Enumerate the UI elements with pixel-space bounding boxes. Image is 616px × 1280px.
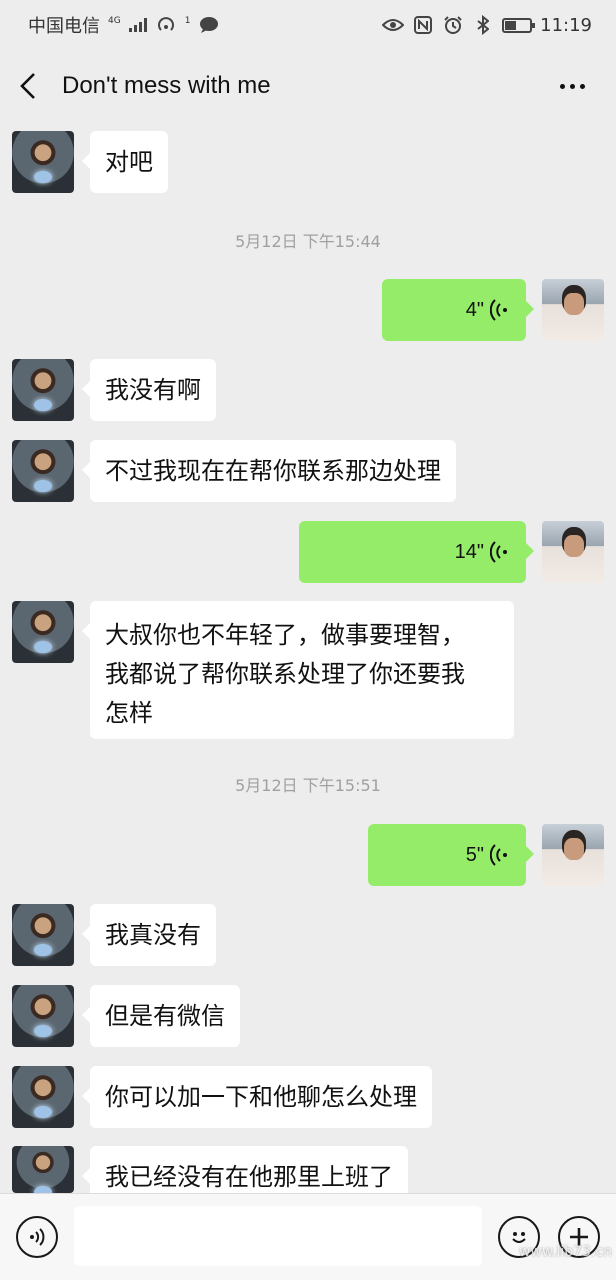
status-left: 中国电信 4G 1 (28, 12, 220, 38)
bluetooth-icon (472, 14, 494, 36)
message-line: 大叔你也不年轻了，做事要理智， (105, 621, 465, 649)
voice-message[interactable]: 4" (382, 279, 534, 341)
signal-icon (128, 18, 147, 32)
notification-count: 1 (184, 15, 191, 26)
contact-avatar[interactable] (12, 1146, 74, 1193)
plus-icon (570, 1228, 588, 1246)
message-bubble[interactable]: 不过我现在在帮你联系那边处理 (82, 440, 456, 502)
back-button[interactable] (0, 50, 56, 122)
voice-message[interactable]: 5" (368, 824, 534, 886)
hotspot-icon (155, 14, 177, 36)
alarm-icon (442, 14, 464, 36)
message-bubble[interactable]: 你可以加一下和他聊怎么处理 (82, 1066, 432, 1128)
voice-wave-icon (490, 844, 508, 866)
message-input[interactable] (74, 1206, 482, 1266)
timestamp: 5月12日 下午15:44 (235, 232, 381, 251)
battery-icon (502, 17, 536, 33)
contact-avatar[interactable] (12, 904, 74, 966)
status-bar: 中国电信 4G 1 11:19 (0, 0, 616, 50)
message-bubble[interactable]: 我真没有 (82, 904, 216, 966)
contact-avatar[interactable] (12, 985, 74, 1047)
message-bubble[interactable]: 但是有微信 (82, 985, 240, 1047)
voice-wave-icon (490, 541, 508, 563)
voice-wave-icon (490, 299, 508, 321)
more-button[interactable] (552, 70, 592, 102)
voice-duration: 4" (465, 299, 484, 321)
message-bubble-icon (198, 14, 220, 36)
message-bubble[interactable]: 我没有啊 (82, 359, 216, 421)
carrier-label: 中国电信 (28, 16, 100, 37)
status-right: 11:19 (382, 14, 592, 36)
voice-message[interactable]: 14" (299, 521, 534, 583)
voice-duration: 14" (454, 541, 484, 563)
message-line: 怎样 (105, 699, 153, 727)
plus-button[interactable] (558, 1216, 600, 1258)
emoji-button[interactable] (498, 1216, 540, 1258)
voice-duration: 5" (465, 844, 484, 866)
message-bubble[interactable]: 对吧 (82, 131, 168, 193)
chevron-left-icon (20, 73, 35, 99)
my-avatar[interactable] (542, 521, 604, 583)
chat-title: Don't mess with me (62, 72, 271, 99)
voice-toggle-button[interactable] (16, 1216, 58, 1258)
contact-avatar[interactable] (12, 1066, 74, 1128)
contact-avatar[interactable] (12, 131, 74, 193)
contact-avatar[interactable] (12, 359, 74, 421)
input-bar (0, 1193, 616, 1280)
battery-fill (505, 20, 516, 30)
emoji-icon (512, 1232, 526, 1243)
voice-icon (30, 1228, 45, 1246)
clock: 11:19 (540, 14, 592, 36)
contact-avatar[interactable] (12, 440, 74, 502)
more-dots-icon (559, 83, 565, 89)
nfc-icon (412, 14, 434, 36)
my-avatar[interactable] (542, 279, 604, 341)
my-avatar[interactable] (542, 824, 604, 886)
eye-icon (382, 14, 405, 36)
contact-avatar[interactable] (12, 601, 74, 663)
message-line: 我都说了帮你联系处理了你还要我 (105, 660, 465, 688)
network-type: 4G (108, 15, 121, 26)
timestamp: 5月12日 下午15:51 (235, 776, 381, 795)
title-bar: Don't mess with me (0, 50, 616, 122)
message-bubble[interactable]: 大叔你也不年轻了，做事要理智， 我都说了帮你联系处理了你还要我 怎样 (82, 601, 514, 739)
